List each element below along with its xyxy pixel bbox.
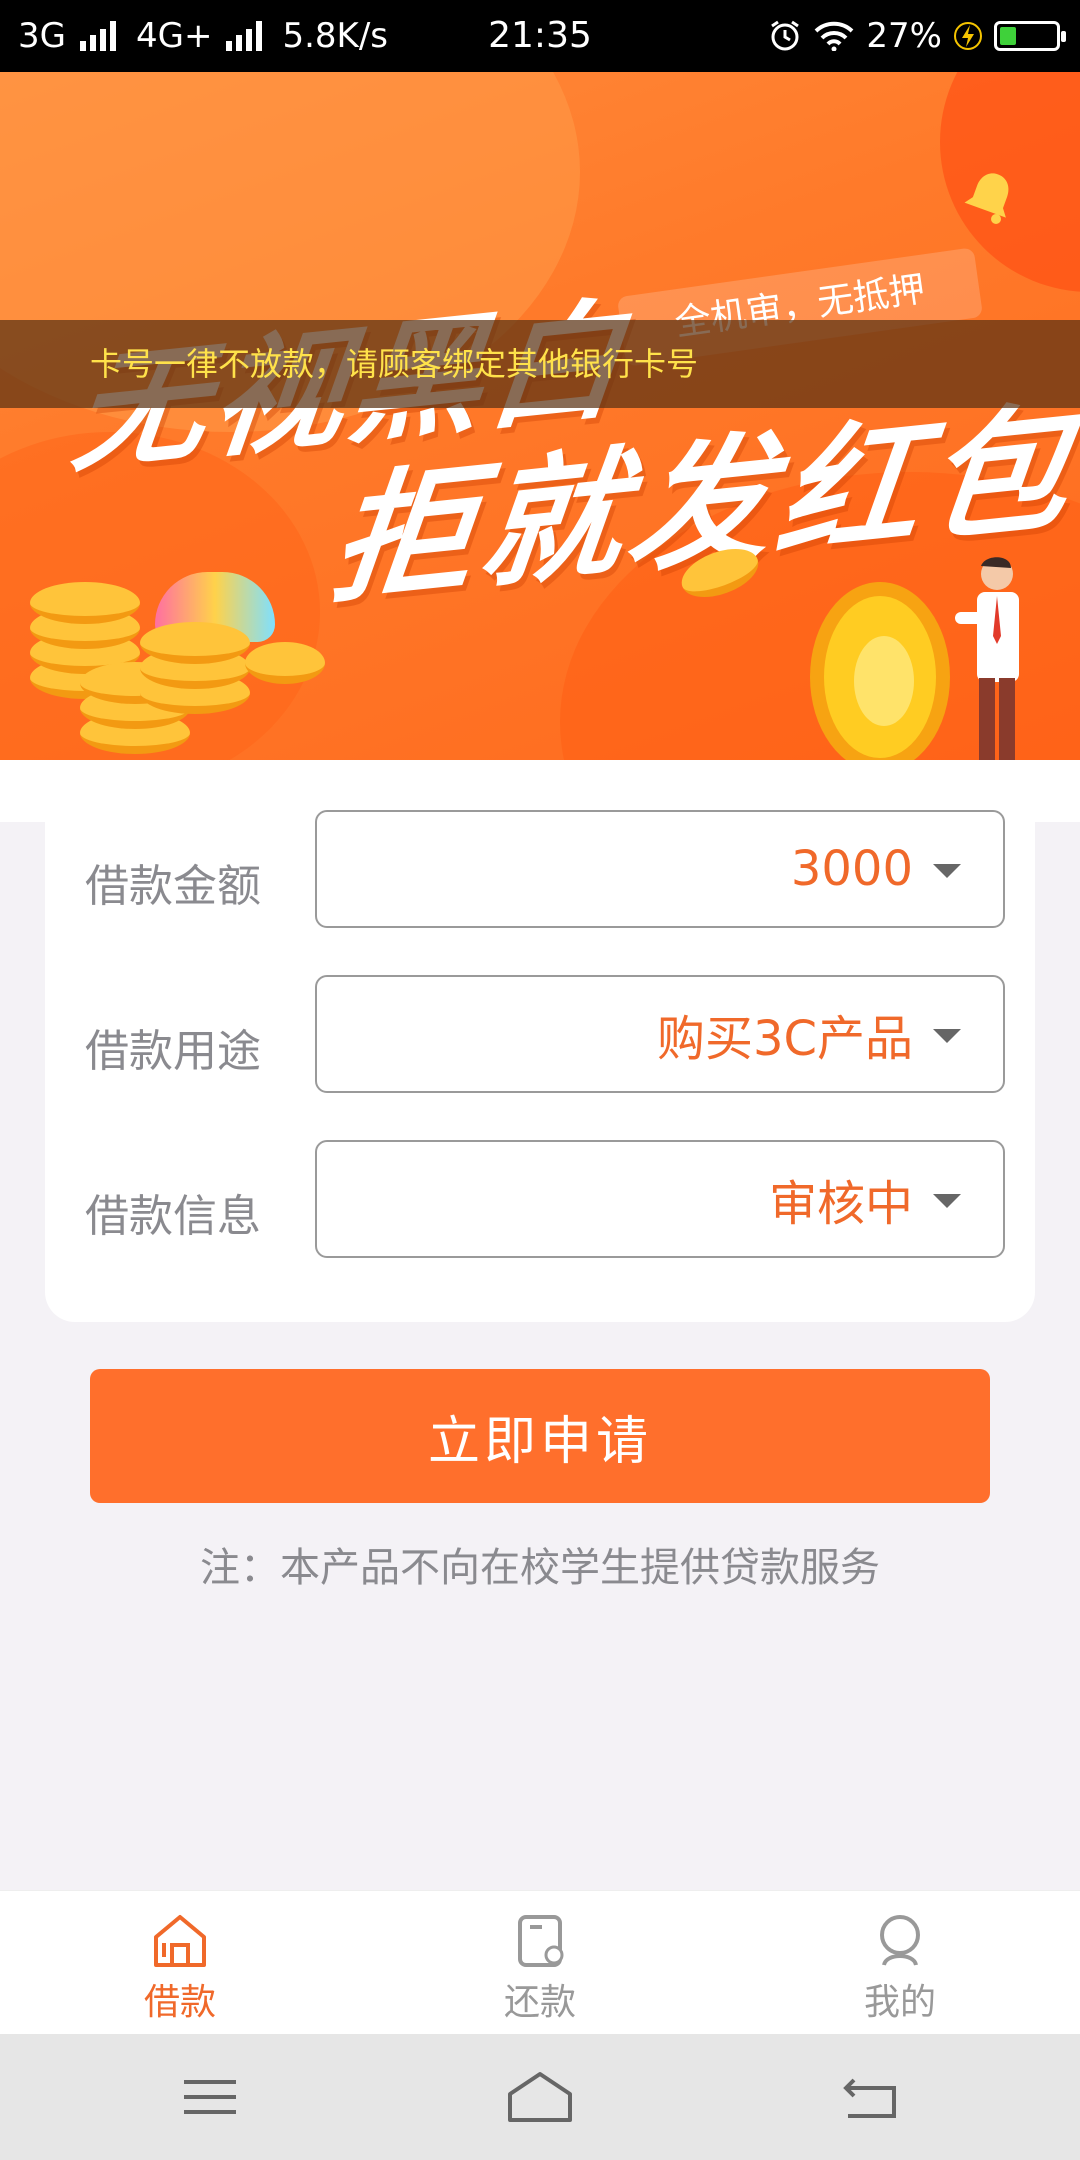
network-speed: 5.8K/s [282,16,388,56]
system-nav-bar [0,2034,1080,2160]
battery-percent: 27% [866,16,942,56]
signal-icon [79,21,116,51]
battery-icon [994,21,1066,51]
loan-info-select[interactable]: 审核中 [315,1140,1005,1258]
alarm-icon [771,20,800,51]
promo-banner[interactable]: 全机审，无抵押 无视黑白 拒就发红包 卡号一律不放款，请顾客绑定其他银行卡号 [0,72,1080,762]
tab-loan[interactable]: 借款 [80,1891,280,2035]
tab-label: 借款 [143,1982,216,2023]
notice-marquee: 卡号一律不放款，请顾客绑定其他银行卡号 [0,320,1080,408]
loan-info-label: 借款信息 [85,1191,261,1242]
tab-repay[interactable]: 还款 [440,1891,640,2035]
home-icon [154,1915,206,1967]
apply-now-button[interactable]: 立即申请 [90,1369,990,1503]
loan-purpose-value: 购买3C产品 [656,1011,913,1067]
wifi-icon [815,21,854,51]
status-right: 27% [768,0,1066,72]
tab-label: 还款 [503,1982,576,2023]
signal-icon [226,21,263,51]
network-type-1: 3G [18,16,66,56]
loan-amount-value: 3000 [790,841,913,897]
bill-icon [518,1915,564,1967]
back-icon[interactable] [830,2064,910,2130]
bell-icon [964,173,1009,224]
loan-amount-label: 借款金额 [85,861,261,912]
status-left: 3G 4G+ 5.8K/s [18,0,388,72]
loan-info-value: 审核中 [768,1176,913,1232]
tab-label: 我的 [863,1982,936,2023]
disclaimer-note: 注：本产品不向在校学生提供贷款服务 [200,1545,880,1591]
dropdown-arrow-icon [933,1029,961,1043]
loan-amount-select[interactable]: 3000 [315,810,1005,928]
user-icon [880,1915,920,1966]
loan-form-card: 借款金额 3000 借款用途 购买3C产品 借款信息 审核中 [45,810,1035,1322]
loan-purpose-label: 借款用途 [85,1026,261,1077]
loan-purpose-select[interactable]: 购买3C产品 [315,975,1005,1093]
charging-icon [954,22,982,50]
network-type-2: 4G+ [135,16,213,56]
dropdown-arrow-icon [933,864,961,878]
dropdown-arrow-icon [933,1194,961,1208]
gold-coin-illustration [810,582,950,762]
home-nav-icon[interactable] [500,2064,580,2130]
status-bar: 3G 4G+ 5.8K/s 21:35 27% [0,0,1080,72]
businessman-illustration [955,557,1019,762]
bottom-tab-bar: 借款 还款 我的 [0,1890,1080,2035]
tab-mine[interactable]: 我的 [800,1891,1000,2035]
menu-icon[interactable] [170,2064,250,2130]
